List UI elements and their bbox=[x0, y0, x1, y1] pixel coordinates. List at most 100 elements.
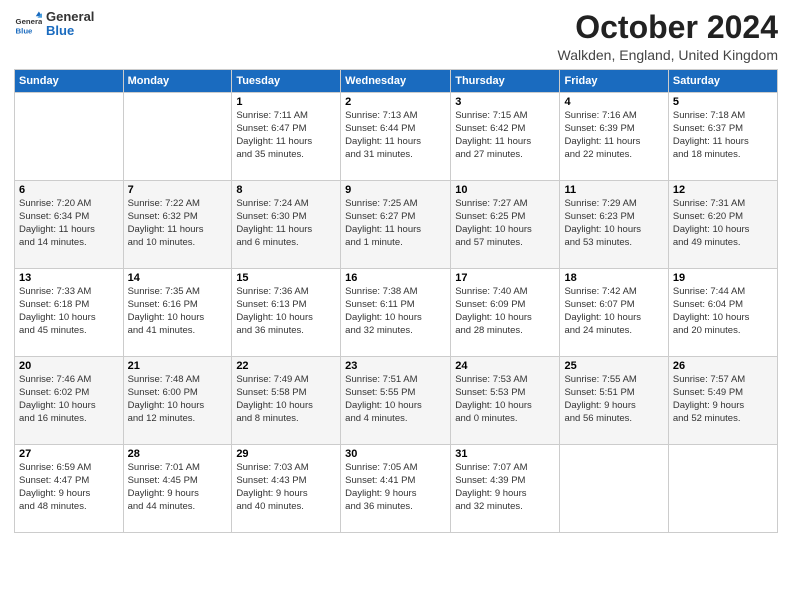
day-info: Sunrise: 7:29 AM Sunset: 6:23 PM Dayligh… bbox=[564, 198, 663, 249]
calendar-cell: 27 Sunrise: 6:59 AM Sunset: 4:47 PM Dayli… bbox=[15, 445, 124, 533]
calendar-cell: 4 Sunrise: 7:16 AM Sunset: 6:39 PM Daylig… bbox=[560, 93, 668, 181]
day-number: 24 bbox=[455, 360, 555, 372]
day-number: 31 bbox=[455, 448, 555, 460]
day-number: 8 bbox=[236, 184, 336, 196]
day-number: 29 bbox=[236, 448, 336, 460]
day-info: Sunrise: 7:48 AM Sunset: 6:00 PM Dayligh… bbox=[128, 374, 228, 425]
calendar-cell: 24 Sunrise: 7:53 AM Sunset: 5:53 PM Dayli… bbox=[451, 357, 560, 445]
day-info: Sunrise: 7:49 AM Sunset: 5:58 PM Dayligh… bbox=[236, 374, 336, 425]
header: General Blue General Blue October 2024 W… bbox=[14, 10, 778, 63]
logo-general: General bbox=[46, 10, 94, 24]
calendar-week-3: 13Sunrise: 7:33 AM Sunset: 6:18 PM Dayli… bbox=[15, 269, 778, 357]
day-info: Sunrise: 7:35 AM Sunset: 6:16 PM Dayligh… bbox=[128, 286, 228, 337]
day-number: 1 bbox=[236, 96, 336, 108]
day-info: Sunrise: 7:46 AM Sunset: 6:02 PM Dayligh… bbox=[19, 374, 119, 425]
calendar-cell: 2 Sunrise: 7:13 AM Sunset: 6:44 PM Daylig… bbox=[341, 93, 451, 181]
day-info: Sunrise: 7:27 AM Sunset: 6:25 PM Dayligh… bbox=[455, 198, 555, 249]
svg-text:General: General bbox=[16, 17, 42, 26]
calendar-cell: 31 Sunrise: 7:07 AM Sunset: 4:39 PM Dayli… bbox=[451, 445, 560, 533]
col-tuesday: Tuesday bbox=[232, 70, 341, 93]
day-number: 5 bbox=[673, 96, 773, 108]
day-info: Sunrise: 7:42 AM Sunset: 6:07 PM Dayligh… bbox=[564, 286, 663, 337]
calendar-week-2: 6Sunrise: 7:20 AM Sunset: 6:34 PM Daylig… bbox=[15, 181, 778, 269]
col-saturday: Saturday bbox=[668, 70, 777, 93]
day-info: Sunrise: 7:15 AM Sunset: 6:42 PM Dayligh… bbox=[455, 110, 555, 161]
location: Walkden, England, United Kingdom bbox=[558, 47, 779, 63]
calendar-cell: 23Sunrise: 7:51 AM Sunset: 5:55 PM Dayli… bbox=[341, 357, 451, 445]
day-number: 16 bbox=[345, 272, 446, 284]
day-info: Sunrise: 7:22 AM Sunset: 6:32 PM Dayligh… bbox=[128, 198, 228, 249]
day-number: 15 bbox=[236, 272, 336, 284]
day-number: 27 bbox=[19, 448, 119, 460]
calendar-page: General Blue General Blue October 2024 W… bbox=[0, 0, 792, 612]
day-number: 12 bbox=[673, 184, 773, 196]
col-thursday: Thursday bbox=[451, 70, 560, 93]
logo-icon: General Blue bbox=[14, 10, 42, 38]
day-info: Sunrise: 7:07 AM Sunset: 4:39 PM Dayligh… bbox=[455, 462, 555, 513]
calendar-cell: 28Sunrise: 7:01 AM Sunset: 4:45 PM Dayli… bbox=[123, 445, 232, 533]
calendar-week-4: 20Sunrise: 7:46 AM Sunset: 6:02 PM Dayli… bbox=[15, 357, 778, 445]
calendar-cell: 25 Sunrise: 7:55 AM Sunset: 5:51 PM Dayli… bbox=[560, 357, 668, 445]
calendar-cell bbox=[560, 445, 668, 533]
month-title: October 2024 bbox=[558, 10, 779, 45]
calendar-cell: 26 Sunrise: 7:57 AM Sunset: 5:49 PM Dayli… bbox=[668, 357, 777, 445]
calendar-cell: 1 Sunrise: 7:11 AM Sunset: 6:47 PM Daylig… bbox=[232, 93, 341, 181]
logo-text: General Blue bbox=[46, 10, 94, 39]
calendar-cell bbox=[15, 93, 124, 181]
calendar-cell: 22Sunrise: 7:49 AM Sunset: 5:58 PM Dayli… bbox=[232, 357, 341, 445]
day-number: 18 bbox=[564, 272, 663, 284]
day-info: Sunrise: 6:59 AM Sunset: 4:47 PM Dayligh… bbox=[19, 462, 119, 513]
col-wednesday: Wednesday bbox=[341, 70, 451, 93]
day-info: Sunrise: 7:36 AM Sunset: 6:13 PM Dayligh… bbox=[236, 286, 336, 337]
calendar-table: Sunday Monday Tuesday Wednesday Thursday… bbox=[14, 69, 778, 533]
calendar-cell: 10 Sunrise: 7:27 AM Sunset: 6:25 PM Dayli… bbox=[451, 181, 560, 269]
title-block: October 2024 Walkden, England, United Ki… bbox=[558, 10, 779, 63]
day-info: Sunrise: 7:05 AM Sunset: 4:41 PM Dayligh… bbox=[345, 462, 446, 513]
svg-text:Blue: Blue bbox=[16, 27, 34, 36]
calendar-cell bbox=[668, 445, 777, 533]
day-number: 4 bbox=[564, 96, 663, 108]
day-info: Sunrise: 7:13 AM Sunset: 6:44 PM Dayligh… bbox=[345, 110, 446, 161]
day-info: Sunrise: 7:24 AM Sunset: 6:30 PM Dayligh… bbox=[236, 198, 336, 249]
calendar-cell: 19Sunrise: 7:44 AM Sunset: 6:04 PM Dayli… bbox=[668, 269, 777, 357]
calendar-cell: 11 Sunrise: 7:29 AM Sunset: 6:23 PM Dayli… bbox=[560, 181, 668, 269]
day-number: 11 bbox=[564, 184, 663, 196]
day-number: 21 bbox=[128, 360, 228, 372]
col-monday: Monday bbox=[123, 70, 232, 93]
day-number: 10 bbox=[455, 184, 555, 196]
day-number: 30 bbox=[345, 448, 446, 460]
day-number: 3 bbox=[455, 96, 555, 108]
day-number: 26 bbox=[673, 360, 773, 372]
day-info: Sunrise: 7:03 AM Sunset: 4:43 PM Dayligh… bbox=[236, 462, 336, 513]
day-info: Sunrise: 7:57 AM Sunset: 5:49 PM Dayligh… bbox=[673, 374, 773, 425]
day-info: Sunrise: 7:55 AM Sunset: 5:51 PM Dayligh… bbox=[564, 374, 663, 425]
calendar-cell: 3 Sunrise: 7:15 AM Sunset: 6:42 PM Daylig… bbox=[451, 93, 560, 181]
day-info: Sunrise: 7:11 AM Sunset: 6:47 PM Dayligh… bbox=[236, 110, 336, 161]
calendar-cell bbox=[123, 93, 232, 181]
day-number: 17 bbox=[455, 272, 555, 284]
day-info: Sunrise: 7:53 AM Sunset: 5:53 PM Dayligh… bbox=[455, 374, 555, 425]
col-sunday: Sunday bbox=[15, 70, 124, 93]
calendar-cell: 21 Sunrise: 7:48 AM Sunset: 6:00 PM Dayli… bbox=[123, 357, 232, 445]
day-number: 28 bbox=[128, 448, 228, 460]
calendar-cell: 6Sunrise: 7:20 AM Sunset: 6:34 PM Daylig… bbox=[15, 181, 124, 269]
calendar-cell: 30 Sunrise: 7:05 AM Sunset: 4:41 PM Dayli… bbox=[341, 445, 451, 533]
calendar-week-1: 1 Sunrise: 7:11 AM Sunset: 6:47 PM Daylig… bbox=[15, 93, 778, 181]
logo: General Blue General Blue bbox=[14, 10, 94, 39]
day-number: 25 bbox=[564, 360, 663, 372]
calendar-cell: 7 Sunrise: 7:22 AM Sunset: 6:32 PM Daylig… bbox=[123, 181, 232, 269]
day-number: 7 bbox=[128, 184, 228, 196]
col-friday: Friday bbox=[560, 70, 668, 93]
logo-blue: Blue bbox=[46, 24, 94, 38]
day-info: Sunrise: 7:31 AM Sunset: 6:20 PM Dayligh… bbox=[673, 198, 773, 249]
day-number: 2 bbox=[345, 96, 446, 108]
day-number: 19 bbox=[673, 272, 773, 284]
day-info: Sunrise: 7:18 AM Sunset: 6:37 PM Dayligh… bbox=[673, 110, 773, 161]
calendar-cell: 13Sunrise: 7:33 AM Sunset: 6:18 PM Dayli… bbox=[15, 269, 124, 357]
day-info: Sunrise: 7:25 AM Sunset: 6:27 PM Dayligh… bbox=[345, 198, 446, 249]
day-info: Sunrise: 7:40 AM Sunset: 6:09 PM Dayligh… bbox=[455, 286, 555, 337]
day-number: 14 bbox=[128, 272, 228, 284]
day-info: Sunrise: 7:20 AM Sunset: 6:34 PM Dayligh… bbox=[19, 198, 119, 249]
calendar-header-row: Sunday Monday Tuesday Wednesday Thursday… bbox=[15, 70, 778, 93]
day-info: Sunrise: 7:16 AM Sunset: 6:39 PM Dayligh… bbox=[564, 110, 663, 161]
